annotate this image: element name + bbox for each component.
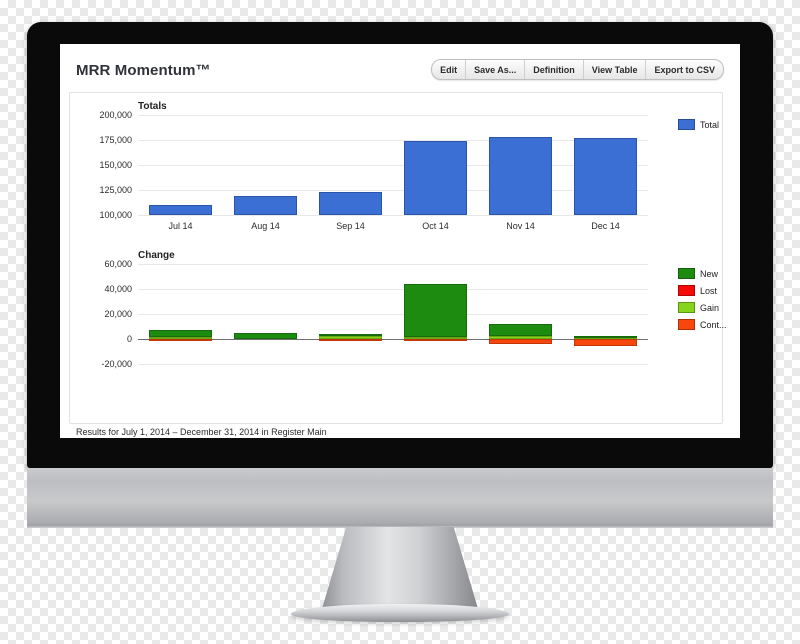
toolbar-button-view-table[interactable]: View Table [584,60,647,79]
bar-segment-cont...-nov-14 [489,339,552,345]
gridline [138,165,648,166]
toolbar[interactable]: Edit Save As... Definition View Table Export… [431,59,724,80]
app-window: MRR Momentum™ Edit Save As... Definition Vi… [60,44,740,438]
y-axis-tick-label: 60,000 [104,259,132,269]
totals-plot: 100,000 125,000 150,000 175,000 200,000 Jul 1… [99,110,648,231]
x-axis-label-jul-14: Jul 14 [168,221,193,231]
legend-item-gain[interactable]: Gain [678,302,727,313]
y-axis-tick-label: 200,000 [99,110,132,120]
bar-segment-cont...-sep-14 [319,339,382,341]
monitor-screen: MRR Momentum™ Edit Save As... Definition Vi… [60,44,740,438]
legend-label: New [700,268,719,279]
y-axis-tick-label: 100,000 [99,210,132,220]
legend-swatch-icon [678,285,695,296]
gridline [138,115,648,116]
legend-swatch-icon [678,319,695,330]
gridline [138,215,648,216]
charts-panel: Totals 100,000 125,000 150,000 175,000 200,0… [69,92,727,424]
legend-label: Total [700,119,720,130]
legend-item-cont[interactable]: Cont... [678,319,727,330]
toolbar-button-export-to-csv[interactable]: Export to CSV [646,60,723,79]
y-axis-tick-label: 125,000 [99,185,132,195]
toolbar-button-edit[interactable]: Edit [432,60,467,79]
totals-legend: Total [678,119,719,136]
legend-label: Cont... [700,319,727,330]
gridline [138,264,648,265]
legend-swatch-icon [678,302,695,313]
gridline [138,364,648,365]
bar-segment-new-nov-14 [489,323,552,337]
y-axis-tick-label: 20,000 [104,309,132,319]
zero-axis-line [138,339,648,340]
screenshot-stage: MRR Momentum™ Edit Save As... Definition Vi… [0,0,800,644]
gridline [138,289,648,290]
bar-segment-cont...-oct-14 [404,339,467,341]
change-chart-title: Change [138,250,175,261]
bar-total-sep-14 [319,192,382,215]
bar-segment-cont...-dec-14 [574,339,637,346]
totals-chart-title: Totals [138,101,167,112]
app-topbar: MRR Momentum™ Edit Save As... Definition Vi… [60,44,740,86]
bar-segment-cont...-jul-14 [149,339,212,341]
toolbar-button-save-as[interactable]: Save As... [466,60,526,79]
gridline [138,140,648,141]
y-axis-tick-label: 0 [126,334,132,344]
y-axis-tick-label: 175,000 [99,135,132,145]
change-legend: New Lost Gain Cont... [678,268,727,336]
legend-swatch-icon [678,268,695,279]
y-axis-tick-label: 40,000 [104,284,132,294]
bar-total-nov-14 [489,136,552,215]
gridline [138,314,648,315]
bar-segment-new-oct-14 [404,284,467,338]
bar-segment-new-sep-14 [319,334,382,337]
results-footer: Results for July 1, 2014 – December 31, … [76,427,327,437]
bar-total-dec-14 [574,137,637,215]
x-axis-label-nov-14: Nov 14 [506,221,535,231]
monitor-stand-base [291,604,509,622]
change-plot: -20,000 0 20,000 40,000 60,000 [101,259,648,369]
monitor-stand-neck [321,527,479,612]
bar-total-aug-14 [234,196,297,215]
legend-swatch-icon [678,119,695,130]
x-axis-label-dec-14: Dec 14 [591,221,620,231]
toolbar-button-definition[interactable]: Definition [525,60,584,79]
bar-segment-new-aug-14 [234,332,297,339]
gridline [138,190,648,191]
y-axis-tick-label: 150,000 [99,160,132,170]
x-axis-label-sep-14: Sep 14 [336,221,365,231]
bar-segment-new-jul-14 [149,329,212,337]
page-title: MRR Momentum™ [76,62,211,79]
bar-total-oct-14 [404,141,467,215]
x-axis-label-oct-14: Oct 14 [422,221,449,231]
monitor-chin [27,468,773,528]
y-axis-tick-label: -20,000 [101,359,132,369]
legend-item-lost[interactable]: Lost [678,285,727,296]
legend-item-new[interactable]: New [678,268,727,279]
bar-total-jul-14 [149,205,212,215]
legend-label: Gain [700,302,720,313]
legend-item-total[interactable]: Total [678,119,719,130]
legend-label: Lost [700,285,718,296]
x-axis-label-aug-14: Aug 14 [251,221,280,231]
